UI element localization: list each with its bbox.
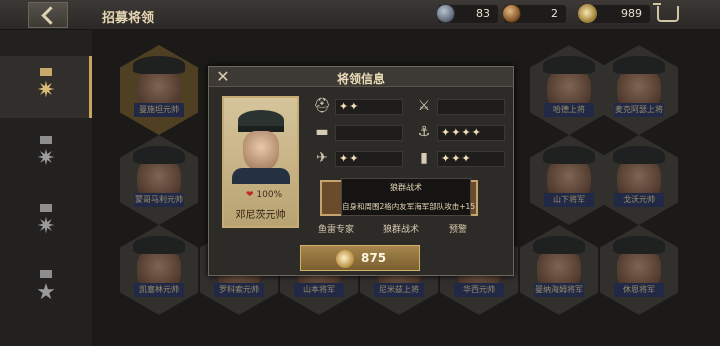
resource-honor: 989 — [578, 4, 650, 23]
stat-artillery: ⚔ — [415, 97, 505, 117]
rank-sidebar: ✷ ✷ ✷ ★ — [0, 30, 92, 346]
rank-badge-icon: ★ — [34, 270, 58, 310]
stat-airforce: ✈ ✦✦ — [313, 149, 403, 169]
rank-tab-2[interactable]: ★ — [0, 262, 92, 324]
star-medal-icon — [336, 250, 354, 268]
skill-label: 狼群战术 — [382, 225, 419, 235]
rank-badge-icon: ✷ — [34, 68, 58, 108]
rank-tab-5[interactable]: ✷ — [0, 56, 92, 118]
skill-tooltip: 狼群战术 自身和周围2格内友军海军部队攻击+15 — [341, 178, 476, 216]
infantry-icon: ⛑ — [313, 98, 331, 114]
general-portrait: ❤ 100% 邓尼茨元帅 — [222, 96, 299, 228]
heart-icon: ❤ — [246, 190, 254, 200]
stat-pips: ✦✦✦✦ — [441, 126, 482, 139]
stat-submarine: ▮ ✦✦✦ — [415, 149, 505, 169]
rank-badge-icon: ✷ — [34, 136, 58, 176]
general-name: 邓尼茨元帅 — [235, 210, 286, 221]
tank-icon: ▬ — [315, 124, 329, 140]
page-title: 招募将领 — [102, 11, 155, 26]
silver-medal-icon — [436, 4, 455, 23]
stat-pips: ✦✦ — [339, 100, 360, 113]
dialog-header: ✕ 将领信息 — [209, 67, 513, 87]
star-medal-icon — [578, 4, 597, 23]
submarine-boot-icon: ▮ — [420, 150, 428, 166]
dialog-title: 将领信息 — [336, 72, 385, 86]
tooltip-desc: 自身和周围2格内友军海军部队攻击+15 — [342, 202, 476, 211]
tooltip-title: 狼群战术 — [390, 183, 422, 192]
stat-tank: ▬ — [313, 123, 403, 143]
resource-medal: 83 — [436, 4, 498, 23]
hp-indicator: ❤ 100% — [246, 190, 283, 200]
airforce-icon: ✈ — [316, 150, 328, 166]
rank-tab-3[interactable]: ✷ — [0, 196, 92, 258]
stat-pips: ✦✦✦ — [441, 152, 472, 165]
recruit-button[interactable]: 875 — [300, 245, 420, 271]
stat-infantry: ⛑ ✦✦ — [313, 97, 403, 117]
navy-anchor-icon: ⚓ — [417, 124, 431, 140]
rank-badge-icon: ✷ — [34, 204, 58, 244]
bronze-medal-icon — [502, 4, 521, 23]
skill-label: 预警 — [448, 225, 467, 235]
top-bar: 招募将领 83 2 989 — [0, 0, 720, 30]
rank-tab-4[interactable]: ✷ — [0, 126, 92, 188]
back-button[interactable] — [28, 2, 68, 28]
shop-cart-icon[interactable] — [653, 3, 679, 22]
skill-label: 鱼雷专家 — [317, 225, 354, 235]
stat-navy: ⚓ ✦✦✦✦ — [415, 123, 505, 143]
stat-pips: ✦✦ — [339, 152, 360, 165]
artillery-icon: ⚔ — [417, 98, 431, 114]
resource-bronze: 2 — [502, 4, 566, 23]
